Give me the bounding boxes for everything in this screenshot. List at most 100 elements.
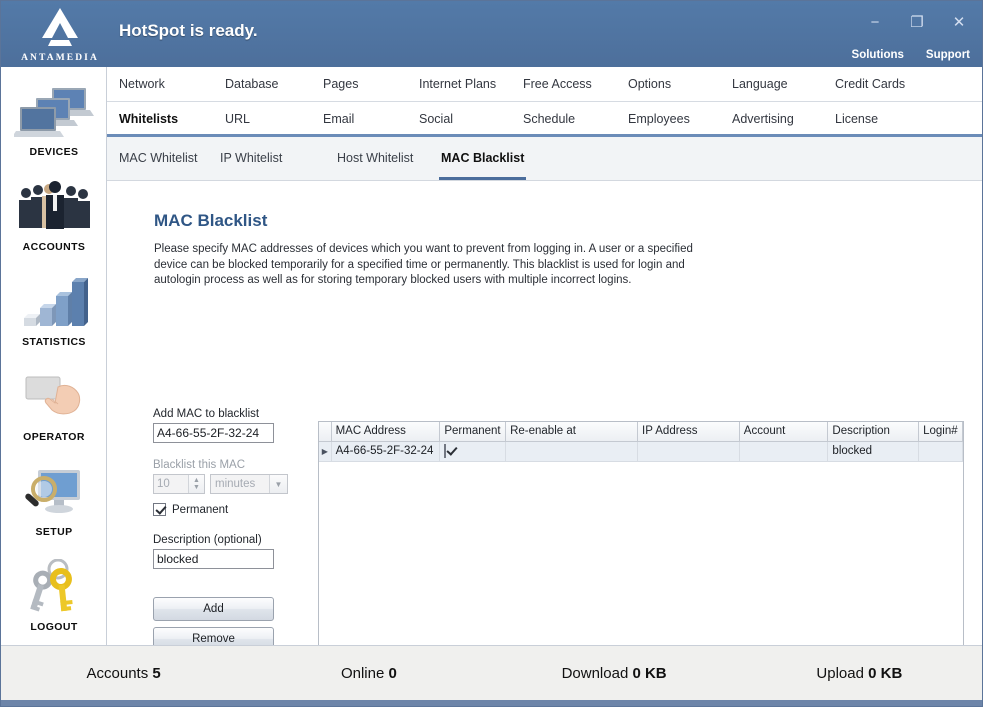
permanent-checkbox[interactable] [153,503,166,516]
window-bottom-edge [1,700,982,706]
monitor-magnifier-icon [11,461,97,523]
sidebar-label-accounts: ACCOUNTS [22,241,86,253]
tab-host-whitelist[interactable]: Host Whitelist [337,137,441,180]
menu-item-free-access[interactable]: Free Access [523,67,628,102]
status-download-value: 0 KB [632,664,667,682]
app-title: HotSpot is ready. [119,21,258,40]
menu-item-employees[interactable]: Employees [628,102,732,137]
hotspot-application-window: ANTAMEDIA HotSpot is ready. − ❐ ✕ Soluti… [0,0,983,707]
cell-login-count[interactable] [918,441,963,462]
sidebar-item-operator[interactable]: OPERATOR [1,352,107,447]
grid-row-selector-header [319,422,332,442]
sidebar-label-setup: SETUP [35,526,73,538]
title-bar: ANTAMEDIA HotSpot is ready. − ❐ ✕ Soluti… [1,1,982,67]
description-input[interactable] [153,549,274,569]
grid-header-permanent[interactable]: Permanent [439,422,507,442]
menu-item-schedule[interactable]: Schedule [523,102,628,137]
antamedia-logo-icon [34,7,86,52]
duration-unit-dropdown[interactable]: minutes ▼ [210,474,288,494]
blacklist-duration-label: Blacklist this MAC [153,459,246,471]
status-upload: Upload 0 KB [737,665,982,682]
chevron-down-icon[interactable]: ▼ [269,475,287,493]
status-bar: Accounts 5 Online 0 Download 0 KB Upload… [1,645,982,700]
add-button[interactable]: Add [153,597,274,621]
status-accounts: Accounts 5 [1,665,246,682]
menu-item-database[interactable]: Database [225,67,323,102]
sidebar-item-devices[interactable]: DEVICES [1,67,107,162]
sidebar-label-statistics: STATISTICS [22,336,86,348]
duration-spinner[interactable]: ▲▼ [153,474,205,494]
status-accounts-label: Accounts [86,664,149,682]
sidebar-item-statistics[interactable]: STATISTICS [1,257,107,352]
sidebar: DEVICES ACCOUNTS STATISTICS OPERATOR SET… [1,67,107,645]
cell-description[interactable]: blocked [827,441,920,462]
minimize-icon[interactable]: − [864,13,886,33]
permanent-label: Permanent [172,503,229,516]
menu-row-primary: Network Database Pages Internet Plans Fr… [107,67,982,102]
grid-header-login-count[interactable]: Login# [918,422,963,442]
status-accounts-value: 5 [152,664,161,682]
tab-mac-blacklist[interactable]: MAC Blacklist [438,137,527,180]
sidebar-label-devices: DEVICES [29,146,79,158]
duration-controls: ▲▼ minutes ▼ [153,474,293,494]
cell-account[interactable] [739,441,829,462]
page-title: MAC Blacklist [154,211,268,230]
status-online: Online 0 [246,665,491,682]
sidebar-label-logout: LOGOUT [30,621,78,633]
status-upload-value: 0 KB [868,664,903,682]
table-row[interactable]: ▶ A4-66-55-2F-32-24 blocked [319,441,963,462]
menu-item-email[interactable]: Email [323,102,419,137]
keys-icon [11,556,97,618]
cell-permanent[interactable] [439,441,507,462]
tab-mac-whitelist[interactable]: MAC Whitelist [119,137,220,180]
close-icon[interactable]: ✕ [948,13,970,33]
menu-item-options[interactable]: Options [628,67,732,102]
tab-ip-whitelist[interactable]: IP Whitelist [220,137,337,180]
grid-header-ip-address[interactable]: IP Address [637,422,740,442]
status-download: Download 0 KB [492,665,737,682]
sidebar-item-accounts[interactable]: ACCOUNTS [1,162,107,257]
top-links: Solutions Support [852,49,970,61]
antamedia-wordmark: ANTAMEDIA [21,53,99,63]
sidebar-item-setup[interactable]: SETUP [1,447,107,542]
menu-item-pages[interactable]: Pages [323,67,419,102]
content-area: MAC Blacklist Please specify MAC address… [107,181,982,699]
solutions-link[interactable]: Solutions [852,49,904,61]
menu-item-network[interactable]: Network [119,67,225,102]
menu-item-license[interactable]: License [835,102,878,137]
permanent-checkbox-row[interactable]: Permanent [153,503,293,516]
menu-item-internet-plans[interactable]: Internet Plans [419,67,523,102]
status-upload-label: Upload [816,664,864,682]
menu-item-whitelists[interactable]: Whitelists [119,102,225,137]
window-controls: − ❐ ✕ [864,13,970,33]
cell-mac-address[interactable]: A4-66-55-2F-32-24 [331,441,441,462]
menu-item-url[interactable]: URL [225,102,323,137]
add-mac-input[interactable] [153,423,274,443]
add-mac-label: Add MAC to blacklist [153,408,260,420]
sidebar-item-logout[interactable]: LOGOUT [1,542,107,637]
grid-header-description[interactable]: Description [827,422,920,442]
bar-chart-icon [11,271,97,333]
grid-header-mac-address[interactable]: MAC Address [331,422,441,442]
main-panel: Network Database Pages Internet Plans Fr… [107,67,982,699]
menu-item-credit-cards[interactable]: Credit Cards [835,67,905,102]
status-online-label: Online [340,664,385,682]
grid-header-re-enable-at[interactable]: Re-enable at [505,422,639,442]
row-permanent-checkbox[interactable] [444,444,447,458]
hand-card-icon [11,366,97,428]
description-label: Description (optional) [153,534,262,546]
grid-header-account[interactable]: Account [739,422,829,442]
menu-item-social[interactable]: Social [419,102,523,137]
support-link[interactable]: Support [926,49,970,61]
duration-spinner-arrows-icon[interactable]: ▲ ▼ [188,475,204,493]
sub-tab-bar: MAC Whitelist IP Whitelist Host Whitelis… [107,137,982,181]
page-description: Please specify MAC addresses of devices … [154,243,693,286]
menu-item-advertising[interactable]: Advertising [732,102,835,137]
duration-input[interactable] [154,475,188,493]
cell-re-enable-at[interactable] [505,441,639,462]
cell-ip-address[interactable] [637,441,740,462]
menu-item-language[interactable]: Language [732,67,835,102]
grid-header-row: MAC Address Permanent Re-enable at IP Ad… [319,422,963,442]
restore-icon[interactable]: ❐ [906,13,928,33]
menu-row-secondary: Whitelists URL Email Social Schedule Emp… [107,102,982,137]
